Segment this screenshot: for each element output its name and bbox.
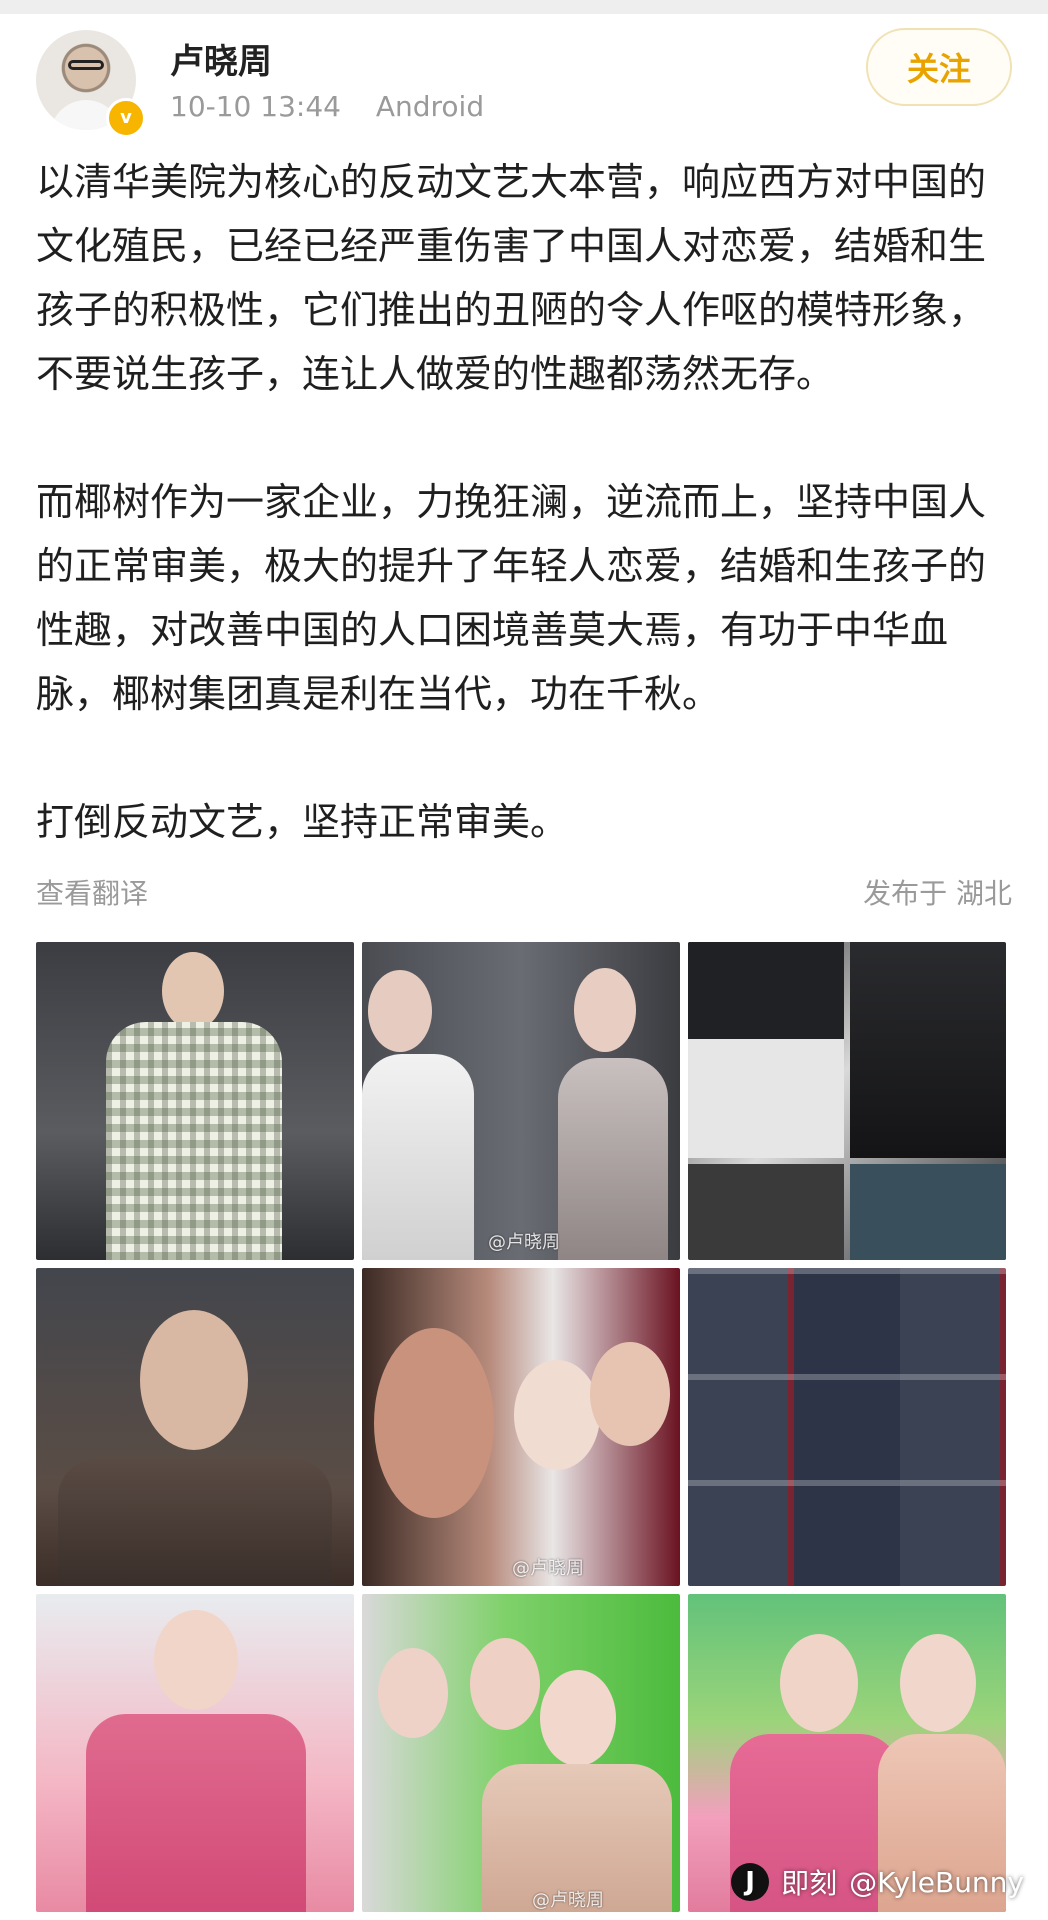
image-thumbnail-7[interactable] (36, 1594, 354, 1912)
translate-link[interactable]: 查看翻译 (36, 872, 148, 912)
image-thumbnail-5[interactable]: @卢晓周 (362, 1268, 680, 1586)
model-pink-top (86, 1714, 306, 1912)
model-head (140, 1310, 248, 1450)
person-face (470, 1638, 540, 1730)
collage-panel (850, 942, 1006, 1158)
person-face (540, 1670, 616, 1766)
username[interactable]: 卢晓周 (170, 34, 272, 83)
collage-panel (850, 1164, 1006, 1260)
person-face (378, 1648, 448, 1738)
model-head (780, 1634, 858, 1732)
collage-panel (688, 1164, 844, 1260)
model-head (162, 952, 224, 1030)
jike-handle: @KyleBunny (849, 1865, 1024, 1899)
post-paragraph: 以清华美院为核心的反动文艺大本营，响应西方对中国的文化殖民，已经已经严重伤害了中… (36, 160, 987, 396)
model-head (900, 1634, 976, 1732)
image-thumbnail-6[interactable] (688, 1268, 1006, 1586)
image-thumbnail-1[interactable] (36, 942, 354, 1260)
top-divider (0, 0, 1048, 14)
verified-badge-icon: v (106, 98, 146, 138)
post-meta: 10-10 13:44 Android (170, 90, 484, 123)
location-label: 发布于 湖北 (863, 877, 1012, 910)
model-dress (558, 1058, 668, 1260)
model-head (574, 968, 636, 1052)
jike-logo-icon: J (731, 1863, 770, 1901)
image-thumbnail-3[interactable] (688, 942, 1006, 1260)
collage-panel (688, 942, 844, 1158)
image-watermark: @卢晓周 (532, 1890, 604, 1911)
collage-grid (688, 1268, 1006, 1586)
model-head (368, 970, 432, 1052)
person-face (514, 1360, 600, 1470)
model-head (154, 1610, 238, 1710)
follow-button[interactable]: 关注 (866, 28, 1012, 106)
model-dress (362, 1054, 474, 1260)
jike-watermark: J 即刻 @KyleBunny (731, 1862, 1024, 1902)
image-grid: @卢晓周 @卢晓周 @卢晓周 (36, 942, 1006, 1912)
post-paragraph: 打倒反动文艺，坚持正常审美。 (36, 800, 569, 844)
post-device: Android (375, 90, 485, 123)
image-thumbnail-4[interactable] (36, 1268, 354, 1586)
post-time: 10-10 13:44 (170, 90, 341, 123)
model-plaid-shirt (106, 1022, 282, 1260)
post-paragraph: 而椰树作为一家企业，力挽狂澜，逆流而上，坚持中国人的正常审美，极大的提升了年轻人… (36, 480, 987, 716)
jike-brand: 即刻 (781, 1867, 838, 1900)
model-jacket (58, 1458, 332, 1586)
image-watermark: @卢晓周 (488, 1232, 560, 1253)
image-thumbnail-2[interactable]: @卢晓周 (362, 942, 680, 1260)
avatar-glasses (68, 60, 104, 70)
post-body: 以清华美院为核心的反动文艺大本营，响应西方对中国的文化殖民，已经已经严重伤害了中… (36, 150, 1016, 854)
image-thumbnail-8[interactable]: @卢晓周 (362, 1594, 680, 1912)
person-face (590, 1342, 670, 1446)
model-face (374, 1328, 494, 1518)
image-watermark: @卢晓周 (512, 1558, 584, 1579)
